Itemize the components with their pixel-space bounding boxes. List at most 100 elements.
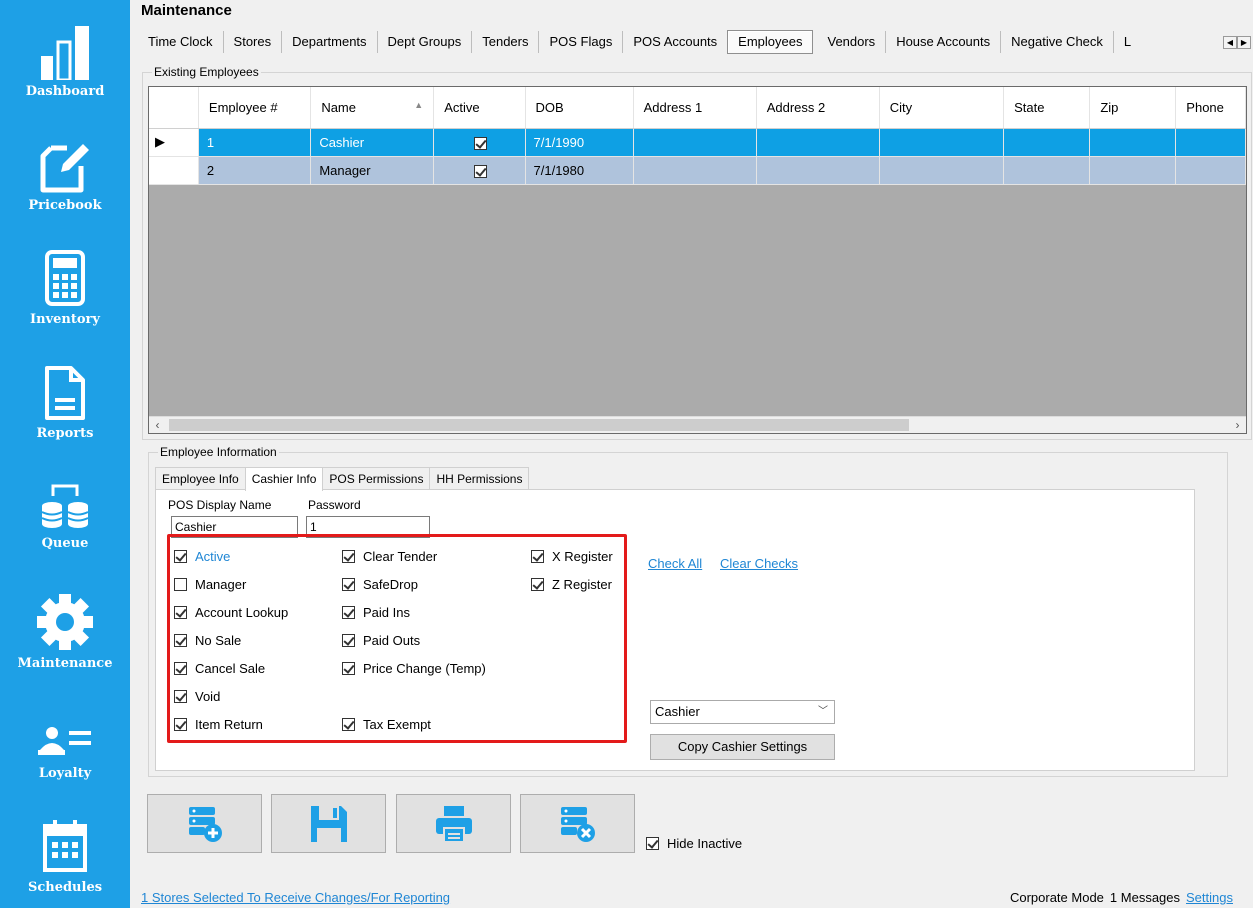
perm-x-register[interactable]: X Register [531,549,613,564]
perm-cancel-sale[interactable]: Cancel Sale [174,661,265,676]
perm-cancel-sale-checkbox[interactable] [174,662,187,675]
messages-status[interactable]: 1 Messages [1110,890,1180,905]
perm-paid-outs-checkbox[interactable] [342,634,355,647]
sidebar-item-maintenance[interactable]: Maintenance [0,592,130,671]
delete-employee-button[interactable] [520,794,635,853]
cell-phone[interactable] [1175,156,1246,185]
tab-pos-permissions[interactable]: POS Permissions [322,467,431,490]
sidebar-item-pricebook[interactable]: Pricebook [0,136,130,213]
horizontal-scrollbar[interactable]: ‹ › [149,416,1246,433]
perm-void-checkbox[interactable] [174,690,187,703]
perm-safedrop-checkbox[interactable] [342,578,355,591]
cell-name[interactable]: Cashier [310,128,435,157]
cell-active[interactable] [433,128,526,157]
perm-paid-ins[interactable]: Paid Ins [342,605,410,620]
perm-tax-exempt-checkbox[interactable] [342,718,355,731]
add-employee-button[interactable] [147,794,262,853]
perm-manager[interactable]: Manager [174,577,246,592]
cell-state[interactable] [1003,156,1091,185]
cell-active[interactable] [433,156,526,185]
tab-departments[interactable]: Departments [282,31,378,53]
perm-active-checkbox[interactable] [174,550,187,563]
check-all-link[interactable]: Check All [648,556,702,571]
tab-hh-permissions[interactable]: HH Permissions [429,467,530,490]
tab-negative-check[interactable]: Negative Check [1001,31,1114,53]
tab-tenders[interactable]: Tenders [472,31,540,53]
col-employee-number[interactable]: Employee # [198,87,312,129]
tab-employees[interactable]: Employees [727,30,814,54]
col-dob[interactable]: DOB [525,87,634,129]
cell-city[interactable] [879,156,1005,185]
perm-x-register-checkbox[interactable] [531,550,544,563]
perm-item-return[interactable]: Item Return [174,717,263,732]
perm-z-register[interactable]: Z Register [531,577,612,592]
scroll-right-icon[interactable]: › [1229,417,1246,433]
tab-pos-flags[interactable]: POS Flags [539,31,624,53]
cell-address-1[interactable] [633,128,757,157]
cell-city[interactable] [879,128,1005,157]
copy-cashier-settings-button[interactable]: Copy Cashier Settings [650,734,835,760]
perm-tax-exempt[interactable]: Tax Exempt [342,717,431,732]
perm-z-register-checkbox[interactable] [531,578,544,591]
scrollbar-thumb[interactable] [169,419,909,431]
perm-active[interactable]: Active [174,549,230,564]
sidebar-item-queue[interactable]: Queue [0,480,130,551]
scroll-left-icon[interactable]: ‹ [149,417,166,433]
col-address-1[interactable]: Address 1 [633,87,757,129]
active-checkbox[interactable] [474,136,488,150]
col-phone[interactable]: Phone [1175,87,1246,129]
stores-selected-link[interactable]: 1 Stores Selected To Receive Changes/For… [141,890,450,905]
perm-paid-outs[interactable]: Paid Outs [342,633,420,648]
perm-safedrop[interactable]: SafeDrop [342,577,418,592]
perm-no-sale-checkbox[interactable] [174,634,187,647]
cell-employee-number[interactable]: 1 [198,128,312,157]
tab-house-accounts[interactable]: House Accounts [886,31,1002,53]
tab-time-clock[interactable]: Time Clock [138,31,224,53]
col-state[interactable]: State [1003,87,1091,129]
tab-overflow[interactable]: L [1114,31,1131,53]
tab-scroll-left-icon[interactable]: ◀ [1223,36,1237,49]
cell-address-1[interactable] [633,156,757,185]
cell-phone[interactable] [1175,128,1246,157]
sidebar-item-dashboard[interactable]: Dashboard [0,24,130,99]
tab-vendors[interactable]: Vendors [817,31,887,53]
col-city[interactable]: City [879,87,1005,129]
perm-manager-checkbox[interactable] [174,578,187,591]
tab-cashier-info[interactable]: Cashier Info [244,467,324,491]
col-active[interactable]: Active [433,87,526,129]
cell-state[interactable] [1003,128,1091,157]
copy-cashier-select[interactable]: Cashier ﹀ [650,700,835,724]
perm-account-lookup-checkbox[interactable] [174,606,187,619]
perm-paid-ins-checkbox[interactable] [342,606,355,619]
perm-no-sale[interactable]: No Sale [174,633,241,648]
sidebar-item-inventory[interactable]: Inventory [0,250,130,327]
col-zip[interactable]: Zip [1089,87,1177,129]
table-row[interactable]: ▶ 1 Cashier 7/1/1990 [149,128,1246,157]
sidebar-item-reports[interactable]: Reports [0,364,130,441]
sidebar-item-schedules[interactable]: Schedules [0,818,130,895]
cell-name[interactable]: Manager [310,156,435,185]
cell-zip[interactable] [1089,156,1177,185]
cell-dob[interactable]: 7/1/1980 [525,156,634,185]
active-checkbox[interactable] [474,164,488,178]
tab-stores[interactable]: Stores [224,31,283,53]
perm-clear-tender-checkbox[interactable] [342,550,355,563]
sidebar-item-loyalty[interactable]: Loyalty [0,716,130,781]
tab-scroll-right-icon[interactable]: ▶ [1237,36,1251,49]
perm-item-return-checkbox[interactable] [174,718,187,731]
cell-address-2[interactable] [756,156,880,185]
tab-pos-accounts[interactable]: POS Accounts [623,31,727,53]
settings-link[interactable]: Settings [1186,890,1233,905]
cell-zip[interactable] [1089,128,1177,157]
cell-address-2[interactable] [756,128,880,157]
perm-price-change-temp[interactable]: Price Change (Temp) [342,661,486,676]
hide-inactive-toggle[interactable]: Hide Inactive [646,836,742,851]
save-button[interactable] [271,794,386,853]
cell-dob[interactable]: 7/1/1990 [525,128,634,157]
perm-clear-tender[interactable]: Clear Tender [342,549,437,564]
perm-void[interactable]: Void [174,689,220,704]
col-address-2[interactable]: Address 2 [756,87,880,129]
print-button[interactable] [396,794,511,853]
table-row[interactable]: 2 Manager 7/1/1980 [149,156,1246,185]
tab-employee-info[interactable]: Employee Info [155,467,246,490]
